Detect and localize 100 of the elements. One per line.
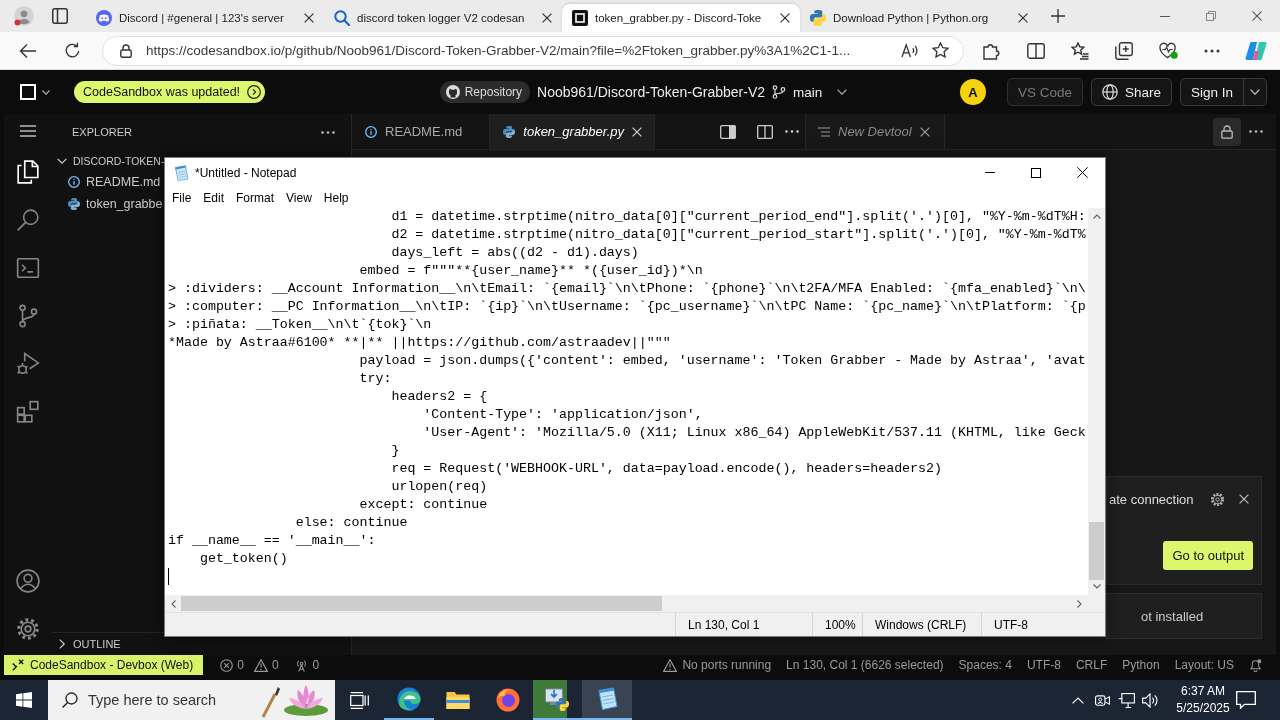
browser-tab[interactable]: Download Python | Python.org [800, 4, 1038, 32]
split-editor-icon[interactable] [757, 124, 773, 139]
caret-down-icon[interactable] [42, 89, 50, 95]
ports-button[interactable]: 0 [294, 658, 320, 672]
close-icon[interactable] [1239, 494, 1249, 504]
assistant-logo-icon[interactable] [1245, 40, 1267, 61]
browser-tab[interactable]: token_grabber.py - Discord-Toke [562, 4, 800, 32]
status-item[interactable]: Python [1122, 658, 1160, 672]
split-screen-icon[interactable] [1027, 42, 1045, 59]
taskbar-button[interactable] [582, 680, 632, 720]
panel-title[interactable]: OUTLINE [73, 638, 121, 650]
user-avatar[interactable]: A [959, 79, 986, 105]
terminal-icon[interactable] [16, 256, 40, 280]
address-bar[interactable]: https://codesandbox.io/p/github/Noob961/Discord-Token-Grabber-V2/main?file=%2Ftoken_grabber.py%3A1%2C1-1... [102, 35, 964, 66]
run-debug-icon[interactable] [16, 352, 40, 376]
collections-icon[interactable] [1115, 41, 1133, 60]
menu-item[interactable]: View [280, 190, 318, 205]
scrollbar-thumb[interactable] [181, 596, 662, 611]
minimize-icon[interactable] [1160, 15, 1170, 17]
favorites-list-icon[interactable] [1071, 41, 1089, 60]
settings-icon[interactable] [16, 617, 40, 641]
refresh-icon[interactable] [63, 42, 81, 59]
more-icon[interactable] [785, 130, 799, 133]
tab-actions-icon[interactable] [52, 8, 68, 24]
extensions-puzzle-icon[interactable] [983, 41, 1001, 60]
sign-in-button[interactable]: Sign In [1179, 78, 1244, 106]
explorer-item[interactable]: README.md [68, 171, 161, 193]
status-item[interactable]: CRLF [1075, 658, 1108, 672]
maximize-icon[interactable] [1031, 167, 1041, 178]
more-icon[interactable] [1249, 130, 1263, 133]
status-item[interactable]: Spaces: 4 [958, 658, 1012, 672]
menu-item[interactable]: Help [317, 190, 355, 205]
search-field[interactable]: Type here to search [48, 680, 335, 720]
list-icon [818, 126, 830, 137]
close-icon[interactable] [919, 126, 930, 137]
scrollbar-thumb[interactable] [1089, 522, 1104, 580]
read-aloud-icon[interactable] [901, 43, 918, 58]
chevron-down-icon[interactable] [837, 89, 848, 95]
panel-layout-icon[interactable] [720, 124, 736, 139]
clock-time[interactable]: 6:37 AM [1181, 683, 1225, 700]
back-arrow-icon[interactable] [19, 42, 37, 59]
chevron-right-icon[interactable] [57, 639, 67, 649]
new-tab-icon[interactable] [1051, 9, 1065, 23]
go-to-output-button[interactable]: Go to output [1163, 541, 1253, 570]
status-item[interactable]: Ln 130, Col 1 (6626 selected) [786, 658, 944, 672]
share-button[interactable]: Share [1090, 78, 1172, 106]
files-icon[interactable] [16, 160, 40, 184]
search-icon[interactable] [16, 208, 40, 232]
more-icon[interactable] [321, 130, 335, 134]
browser-tab[interactable]: discord token logger V2 codesan [324, 4, 562, 32]
chevron-up-icon[interactable] [1072, 696, 1084, 704]
close-tab-icon[interactable] [780, 13, 790, 23]
square-logo-icon[interactable] [20, 84, 36, 100]
menu-item[interactable]: Format [230, 190, 281, 205]
close-tab-icon[interactable] [304, 13, 314, 23]
restore-icon[interactable] [1206, 11, 1216, 21]
vertical-scrollbar[interactable] [1088, 208, 1105, 595]
update-badge[interactable]: CodeSandbox was updated! [74, 81, 266, 103]
bell-icon[interactable] [1249, 658, 1262, 672]
repository-pill[interactable]: Repository [439, 81, 531, 103]
menu-item[interactable]: File [166, 190, 198, 205]
network-monitor-icon[interactable] [1117, 692, 1135, 708]
branch-name[interactable]: main [793, 84, 823, 100]
profile-avatar-icon[interactable] [14, 6, 34, 26]
devtool-tab[interactable]: New Devtool [806, 114, 945, 149]
lock-button[interactable] [1213, 117, 1241, 146]
panel-title: EXPLORER [72, 126, 132, 138]
status-text: 100% [825, 617, 856, 632]
search-icon [334, 10, 350, 26]
video-call-icon[interactable] [1094, 692, 1110, 708]
account-icon[interactable] [16, 569, 40, 593]
favorite-star-icon[interactable] [932, 42, 949, 59]
dropdown-button[interactable] [1244, 78, 1267, 106]
notification-bubble-icon[interactable] [1236, 691, 1256, 709]
more-icon[interactable] [1204, 48, 1220, 53]
status-item[interactable]: UTF-8 [1026, 658, 1061, 672]
code-line: } [390, 442, 400, 460]
taskbar-button[interactable] [532, 680, 582, 720]
source-control-icon[interactable] [16, 304, 40, 328]
settings-icon[interactable] [1210, 491, 1225, 507]
extensions-icon[interactable] [16, 400, 40, 424]
close-tab-icon[interactable] [1018, 13, 1028, 23]
status-item[interactable]: No ports running [663, 658, 772, 672]
menu-item[interactable]: Edit [197, 190, 231, 205]
problems-button[interactable]: 0 0 [220, 658, 279, 672]
close-tab-icon[interactable] [542, 13, 552, 23]
task-view-icon[interactable] [350, 691, 369, 709]
speaker-icon[interactable] [1141, 692, 1159, 708]
editor-tab[interactable]: token_grabber.py [490, 114, 655, 149]
menu-icon[interactable] [20, 125, 36, 137]
windows-logo-icon[interactable] [16, 692, 32, 708]
clock-date[interactable]: 5/25/2025 [1176, 700, 1230, 717]
explorer-item[interactable]: token_grabbe [68, 193, 163, 215]
horizontal-scrollbar[interactable] [165, 595, 1088, 612]
browser-tab[interactable]: Discord | #general | 123's server [86, 4, 324, 32]
remote-indicator[interactable]: CodeSandbox - Devbox (Web) [4, 655, 204, 675]
folder-name[interactable]: DISCORD-TOKEN- [73, 154, 165, 167]
status-item[interactable]: Layout: US [1174, 658, 1234, 672]
close-icon[interactable] [1076, 167, 1088, 178]
heart-pulse-icon[interactable] [1158, 42, 1178, 59]
